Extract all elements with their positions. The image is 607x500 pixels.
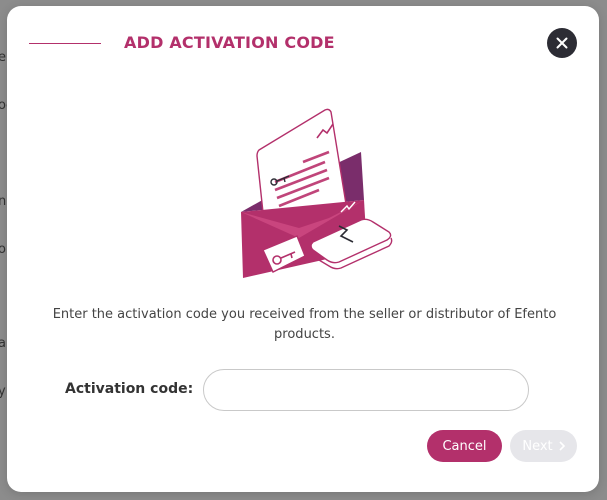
activation-code-dialog: ADD ACTIVATION CODE Enter the activation…: [7, 6, 599, 492]
instructions-text: Enter the activation code you received f…: [52, 307, 557, 342]
dialog-title: ADD ACTIVATION CODE: [124, 33, 335, 52]
envelope-key-illustration: [241, 108, 393, 278]
close-button[interactable]: [547, 28, 577, 58]
activation-code-input[interactable]: [203, 369, 529, 411]
cancel-button-label: Cancel: [442, 438, 487, 454]
next-button[interactable]: Next: [510, 430, 577, 462]
close-icon: [556, 37, 568, 49]
chevron-right-icon: [559, 441, 565, 451]
cancel-button[interactable]: Cancel: [427, 430, 502, 462]
title-decoration-line: [29, 43, 101, 44]
next-button-label: Next: [522, 438, 553, 454]
activation-code-label: Activation code:: [65, 381, 194, 397]
